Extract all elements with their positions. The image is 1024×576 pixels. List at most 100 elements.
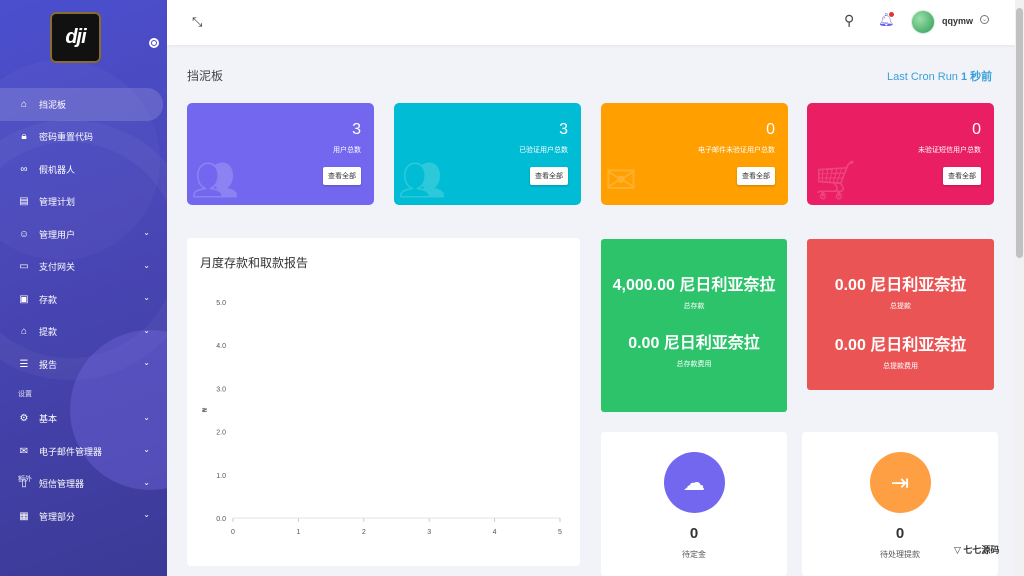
sidebar-item-label: 管理计划 (39, 197, 76, 208)
sidebar-toggle-button[interactable] (149, 38, 159, 48)
sidebar-item-label: 管理部分 (39, 511, 76, 522)
sidebar-item-users[interactable]: ☺ 管理用户 ⌄ (0, 218, 167, 251)
view-all-button[interactable]: 查看全部 (737, 167, 775, 185)
sidebar-item-reports[interactable]: ☰ 报告 ⌄ (0, 348, 167, 381)
total-deposit-fee-amount: 0.00 尼日利亚奈拉 (628, 335, 760, 352)
stat-card-verified-users: 👥︎ 3 已验证用户总数 查看全部 (394, 103, 581, 205)
pending-value: 0 (895, 525, 905, 542)
chevron-down-icon: ⌄ (143, 510, 150, 519)
gear-icon: ⚙ (19, 413, 29, 425)
view-all-button[interactable]: 查看全部 (943, 167, 981, 185)
total-deposit-fee-label: 总存款费用 (676, 361, 712, 368)
home-icon: ⌂ (20, 98, 28, 110)
chevron-down-icon[interactable]: ⌄ (980, 15, 989, 24)
stat-label: 未验证短信用户总数 (918, 147, 981, 154)
sidebar-section-settings: 设置 (18, 390, 32, 398)
sidebar-item-email-manager[interactable]: ✉ 电子邮件管理器 ⌄ (0, 435, 167, 468)
total-deposit-amount: 4,000.00 尼日利亚奈拉 (612, 277, 776, 294)
stat-value: 3 (352, 121, 361, 138)
total-withdraw-fee-amount: 0.00 尼日利亚奈拉 (834, 337, 967, 354)
sidebar-item-bots[interactable]: ∞ 假机器人 (0, 153, 167, 186)
sidebar-item-password-reset[interactable]: 🔒︎ 密码重置代码 (0, 121, 167, 154)
logo[interactable]: dji (50, 12, 101, 63)
sidebar-item-label: 挡泥板 (39, 99, 67, 110)
users-icon: 👥︎ (191, 160, 240, 202)
total-withdraw-label: 总提款 (890, 303, 911, 310)
y-tick-label: 0.0 (216, 516, 226, 523)
chevron-down-icon: ⌄ (143, 260, 150, 270)
chevron-down-icon: ⌄ (143, 445, 150, 454)
sidebar-item-withdrawals[interactable]: ⌂ 提款 ⌄ (0, 316, 167, 349)
users-icon: 👥︎ (398, 160, 447, 202)
y-tick-label: 1.0 (216, 473, 226, 480)
total-withdraw-amount: 0.00 尼日利亚奈拉 (834, 277, 967, 294)
wallet-icon: ▣ (19, 293, 29, 305)
chart-panel: 0.0 1.0 2.0 3.0 4.0 5.0 0 1 2 3 4 5 ₦ 月度存款和取款报告 (187, 238, 580, 566)
section-icon: ▦ (19, 510, 29, 522)
chevron-down-icon: ⌄ (143, 293, 150, 302)
x-tick-label: 1 (296, 529, 300, 536)
view-all-button[interactable]: 查看全部 (323, 167, 361, 185)
x-tick-label: 2 (362, 529, 366, 536)
scrollbar[interactable] (1015, 0, 1024, 576)
watermark-text: 七七源码 (963, 545, 1000, 555)
x-tick-label: 4 (493, 529, 497, 536)
stat-card-total-users: 👥︎ 3 用户总数 查看全部 (187, 103, 374, 205)
y-tick-label: 3.0 (216, 386, 226, 393)
sidebar-item-label: 提款 (39, 327, 58, 338)
card-icon: ▭ (19, 261, 29, 273)
sidebar-item-label: 存款 (39, 294, 58, 305)
stat-value: 0 (972, 121, 981, 138)
stat-value: 0 (766, 121, 775, 138)
sidebar: dji ⌂ 挡泥板 🔒︎ 密码重置代码 ∞ 假机器人 ▤ 管理计划 ☺ 管理用户… (0, 0, 167, 576)
sidebar-item-dashboard[interactable]: ⌂ 挡泥板 (0, 88, 163, 121)
chevron-down-icon: ⌄ (143, 228, 150, 237)
stat-label: 用户总数 (333, 147, 361, 154)
chevron-down-icon: ⌄ (143, 325, 150, 335)
sidebar-item-sections[interactable]: ▦ 管理部分 ⌄ (0, 500, 167, 533)
deposit-withdraw-chart: 0.0 1.0 2.0 3.0 4.0 5.0 0 1 2 3 4 5 ₦ (201, 300, 562, 536)
sidebar-item-deposits[interactable]: ▣ 存款 ⌄ (0, 283, 167, 316)
chevron-down-icon: ⌄ (143, 412, 150, 422)
bank-icon: ⌂ (20, 326, 28, 338)
sidebar-item-general[interactable]: ⚙ 基本 ⌄ (0, 403, 167, 436)
link-icon: ∞ (20, 163, 28, 175)
mail-icon: ✉ (19, 445, 29, 457)
cron-status: Last Cron Run 1 秒前 (887, 68, 992, 84)
x-tick-label: 0 (231, 529, 235, 536)
collapse-icon[interactable]: ⤡ (192, 14, 202, 30)
search-icon[interactable]: ⚲ (844, 12, 854, 29)
topbar: ⤡ ⚲ 🔔︎ qqymw ⌄ (167, 0, 1015, 45)
total-deposit-label: 总存款 (683, 303, 705, 310)
view-all-button[interactable]: 查看全部 (530, 167, 568, 185)
sidebar-item-label: 管理用户 (39, 229, 76, 240)
stat-label: 电子邮件未验证用户总数 (698, 147, 775, 154)
sidebar-item-label: 基本 (39, 414, 58, 425)
chart-title: 月度存款和取款报告 (200, 256, 309, 270)
y-tick-label: 4.0 (216, 343, 226, 350)
document-icon: ▤ (19, 196, 29, 208)
avatar[interactable] (911, 10, 935, 34)
watermark: ▽ 七七源码 (954, 545, 1000, 555)
total-withdraw-card: 0.00 尼日利亚奈拉 总提款 0.00 尼日利亚奈拉 总提款费用 (807, 239, 994, 390)
sidebar-item-label: 短信管理器 (39, 479, 85, 490)
sidebar-item-label: 支付网关 (39, 262, 76, 273)
y-tick-label: 5.0 (216, 300, 226, 307)
sidebar-section-extra: 额外 (18, 476, 32, 483)
sidebar-item-plans[interactable]: ▤ 管理计划 (0, 186, 167, 219)
notification-badge (889, 12, 894, 17)
mail-icon: ✉ (605, 160, 637, 202)
username[interactable]: qqymw (942, 16, 973, 26)
scrollbar-thumb[interactable] (1016, 8, 1023, 258)
cart-icon: 🛒︎ (811, 160, 860, 202)
total-deposit-card: 4,000.00 尼日利亚奈拉 总存款 0.00 尼日利亚奈拉 总存款费用 (601, 239, 787, 412)
stat-value: 3 (559, 121, 568, 138)
cron-label: Last Cron Run (887, 71, 958, 83)
lock-icon: 🔒︎ (21, 131, 27, 143)
pending-value: 0 (689, 525, 699, 542)
page-title: 挡泥板 (187, 69, 224, 83)
pending-label: 待定金 (682, 550, 706, 559)
pending-deposits-card[interactable]: ☁ 0 待定金 (601, 432, 787, 576)
total-withdraw-fee-label: 总提款费用 (883, 363, 918, 370)
sidebar-item-gateways[interactable]: ▭ 支付网关 ⌄ (0, 251, 167, 284)
